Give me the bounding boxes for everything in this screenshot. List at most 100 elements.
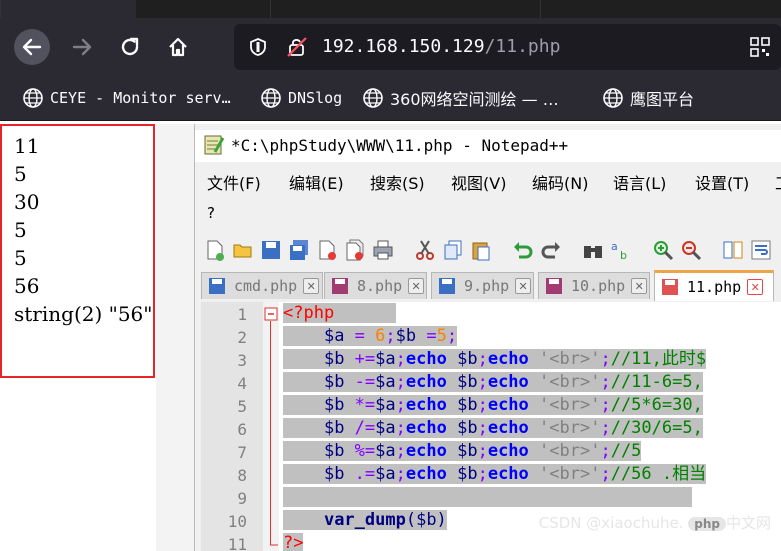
- close-tab-icon[interactable]: ✕: [631, 278, 648, 294]
- browser-tab-strip: [0, 0, 781, 18]
- open-file-icon[interactable]: [231, 238, 255, 262]
- line-number: 3: [237, 351, 247, 370]
- reload-icon: [121, 37, 139, 56]
- menu-help[interactable]: ?: [207, 204, 215, 222]
- tab-11-php[interactable]: 11.php ✕: [654, 270, 774, 301]
- line-number: 4: [237, 374, 247, 393]
- line-number: 6: [237, 420, 247, 439]
- home-button[interactable]: [160, 29, 196, 65]
- forward-arrow-icon: [72, 38, 92, 56]
- reload-button[interactable]: [112, 29, 148, 65]
- line-number: 7: [237, 443, 247, 462]
- find-icon[interactable]: [581, 238, 605, 262]
- menu-tools[interactable]: 工: [775, 170, 781, 194]
- replace-icon[interactable]: ab: [609, 238, 633, 262]
- desktop-background: [156, 124, 194, 551]
- bookmarks-toolbar: CEYE - Monitor serv… DNSlog 360网络空间测绘 — …: [0, 76, 781, 121]
- code-line: $b +=$a;echo $b;echo '<br>';//11,此时$: [283, 348, 707, 370]
- unsaved-file-icon: [546, 278, 562, 294]
- watermark-suffix: 中文网: [725, 514, 771, 532]
- insecure-lock-icon[interactable]: [286, 36, 308, 58]
- menu-file[interactable]: 文件(F): [207, 170, 261, 194]
- close-file-icon[interactable]: [315, 238, 339, 262]
- file-tab-bar: cmd.php ✕ 8.php ✕ 9.php ✕ 10.php ✕ 11.ph…: [195, 270, 781, 301]
- shield-icon[interactable]: [248, 37, 268, 57]
- globe-icon: [23, 88, 43, 108]
- new-file-icon[interactable]: [203, 238, 227, 262]
- code-line: $b *=$a;echo $b;echo '<br>';//5*6=30,: [283, 394, 703, 416]
- paste-icon[interactable]: [469, 238, 493, 262]
- bookmark-360[interactable]: 360网络空间测绘 — …: [362, 85, 559, 111]
- close-all-icon[interactable]: [343, 238, 367, 262]
- tab-10-php[interactable]: 10.php ✕: [538, 272, 650, 299]
- code-line: $b %=$a;echo $b;echo '<br>';//5: [283, 440, 642, 462]
- globe-icon: [603, 88, 623, 108]
- bookmark-label: DNSlog: [288, 89, 343, 107]
- menu-edit[interactable]: 编辑(E): [289, 170, 344, 194]
- tab-8-php[interactable]: 8.php ✕: [324, 272, 427, 299]
- bookmark-hunter[interactable]: 鹰图平台: [602, 85, 694, 111]
- navigation-bar: 192.168.150.129/11.php: [0, 18, 781, 76]
- redo-icon[interactable]: [539, 238, 563, 262]
- window-title: *C:\phpStudy\WWW\11.php - Notepad++: [231, 136, 569, 155]
- fold-line: [270, 321, 278, 546]
- close-tab-icon[interactable]: ✕: [747, 279, 764, 295]
- forward-button[interactable]: [64, 29, 100, 65]
- close-tab-icon[interactable]: ✕: [408, 278, 425, 294]
- menu-settings[interactable]: 设置(T): [695, 170, 749, 194]
- home-icon: [169, 37, 187, 57]
- url-path: /11.php: [484, 36, 561, 57]
- browser-tab[interactable]: [540, 0, 671, 18]
- menu-search[interactable]: 搜索(S): [370, 170, 425, 194]
- qr-code-icon[interactable]: [749, 36, 771, 58]
- notepad-app-icon: [204, 135, 225, 155]
- menu-encoding[interactable]: 编码(N): [532, 170, 588, 194]
- menu-language[interactable]: 语言(L): [613, 170, 666, 194]
- title-bar[interactable]: *C:\phpStudy\WWW\11.php - Notepad++: [195, 130, 781, 162]
- fold-margin: [263, 302, 279, 551]
- toolbar: ab: [195, 232, 781, 268]
- line-number: 2: [237, 328, 247, 347]
- back-arrow-icon: [22, 38, 42, 56]
- sync-scroll-icon[interactable]: [721, 238, 745, 262]
- zoom-in-icon[interactable]: [651, 238, 675, 262]
- bookmark-label: 360网络空间测绘 — …: [390, 90, 559, 109]
- close-tab-icon[interactable]: ✕: [515, 278, 532, 294]
- zoom-out-icon[interactable]: [679, 238, 703, 262]
- tab-9-php[interactable]: 9.php ✕: [431, 272, 534, 299]
- tab-label: 10.php: [571, 277, 626, 295]
- code-line: $a = 6;$b =5;: [283, 325, 458, 347]
- close-tab-icon[interactable]: ✕: [303, 278, 320, 294]
- save-icon[interactable]: [259, 238, 283, 262]
- unsaved-file-icon: [332, 278, 348, 294]
- cut-icon[interactable]: [413, 238, 437, 262]
- line-number-gutter: 1 2 3 4 5 6 7 8 9 10 11: [201, 302, 263, 551]
- line-number: 9: [237, 489, 247, 508]
- code-line: var_dump($b): [283, 509, 447, 531]
- browser-tab[interactable]: [0, 0, 136, 18]
- fold-toggle-icon[interactable]: [264, 307, 278, 321]
- output-line: 30: [14, 190, 40, 214]
- code-line: $b -=$a;echo $b;echo '<br>';//11-6=5,: [283, 371, 703, 393]
- tab-label: cmd.php: [234, 277, 298, 295]
- code-line: $b .=$a;echo $b;echo '<br>';//56 .相当: [283, 463, 707, 485]
- url-bar[interactable]: 192.168.150.129/11.php: [234, 24, 781, 70]
- bookmark-dnslog[interactable]: DNSlog: [260, 85, 342, 111]
- output-line: string(2) "56": [14, 302, 153, 326]
- word-wrap-icon[interactable]: [749, 238, 773, 262]
- tab-cmd-php[interactable]: cmd.php ✕: [201, 272, 323, 299]
- back-button[interactable]: [14, 29, 50, 65]
- save-all-icon[interactable]: [287, 238, 311, 262]
- output-line: 11: [14, 134, 40, 158]
- undo-icon[interactable]: [511, 238, 535, 262]
- unsaved-file-icon: [662, 279, 678, 295]
- print-icon[interactable]: [371, 238, 395, 262]
- menu-view[interactable]: 视图(V): [451, 170, 506, 194]
- url-text[interactable]: 192.168.150.129/11.php: [322, 36, 560, 57]
- output-line: 5: [14, 246, 27, 270]
- menu-bar: 文件(F) 编辑(E) 搜索(S) 视图(V) 编码(N) 语言(L) 设置(T…: [195, 164, 781, 196]
- copy-icon[interactable]: [441, 238, 465, 262]
- browser-tab[interactable]: [270, 0, 411, 18]
- bookmark-ceye[interactable]: CEYE - Monitor serv…: [22, 85, 231, 111]
- line-number: 5: [237, 397, 247, 416]
